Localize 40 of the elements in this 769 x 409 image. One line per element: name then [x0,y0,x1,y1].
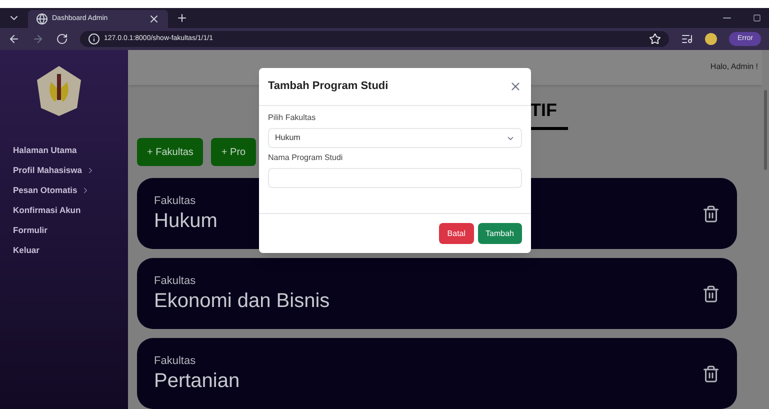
site-info-icon[interactable] [88,33,100,45]
faculty-name: Pertanian [154,369,240,394]
field-label: Nama Program Studi [268,152,344,164]
close-tab-icon[interactable] [148,13,160,25]
globe-icon [36,13,48,25]
sidebar-item[interactable]: Halaman Utama [13,140,128,160]
faculty-card[interactable]: Fakultas Ekonomi dan Bisnis [137,258,737,329]
trash-icon[interactable] [702,364,720,382]
cancel-button[interactable]: Batal [439,223,474,244]
sidebar-item[interactable]: Keluar [13,240,128,260]
sidebar-item[interactable]: Profil Mahasiswa [13,160,128,180]
card-caption: Fakultas [154,354,196,369]
sidebar-item[interactable]: Konfirmasi Akun [13,200,128,220]
card-caption: Fakultas [154,194,196,209]
bookmark-star-icon[interactable] [649,33,662,45]
restore-icon[interactable] [753,14,761,22]
sidebar-item[interactable]: Pesan Otomatis [13,180,128,200]
input-field[interactable] [268,168,522,188]
forward-icon[interactable] [32,33,44,45]
trash-icon[interactable] [702,204,720,222]
greeting-text: Halo, Admin ! [710,61,758,74]
page-title: TIF [530,98,557,122]
submit-button[interactable]: Tambah [478,223,522,244]
media-control-icon[interactable] [681,33,694,45]
faculty-name: Hukum [154,209,218,234]
extension-icon[interactable] [705,33,718,45]
card-caption: Fakultas [154,274,196,289]
add-button[interactable]: + Fakultas [137,138,204,166]
modal-title: Tambah Program Studi [268,79,390,94]
close-icon[interactable] [509,80,522,93]
new-tab-icon[interactable] [176,12,188,24]
reload-icon[interactable] [56,33,68,45]
back-icon[interactable] [8,33,20,45]
add-button[interactable]: + Pro [211,138,256,166]
faculty-name: Ekonomi dan Bisnis [154,289,330,314]
sidebar-item[interactable]: Formulir [13,220,128,240]
faculty-select[interactable]: Hukum [268,128,522,148]
field-label: Pilih Fakultas [268,112,317,124]
trash-icon[interactable] [702,284,720,302]
faculty-card[interactable]: Fakultas Pertanian [137,338,737,409]
